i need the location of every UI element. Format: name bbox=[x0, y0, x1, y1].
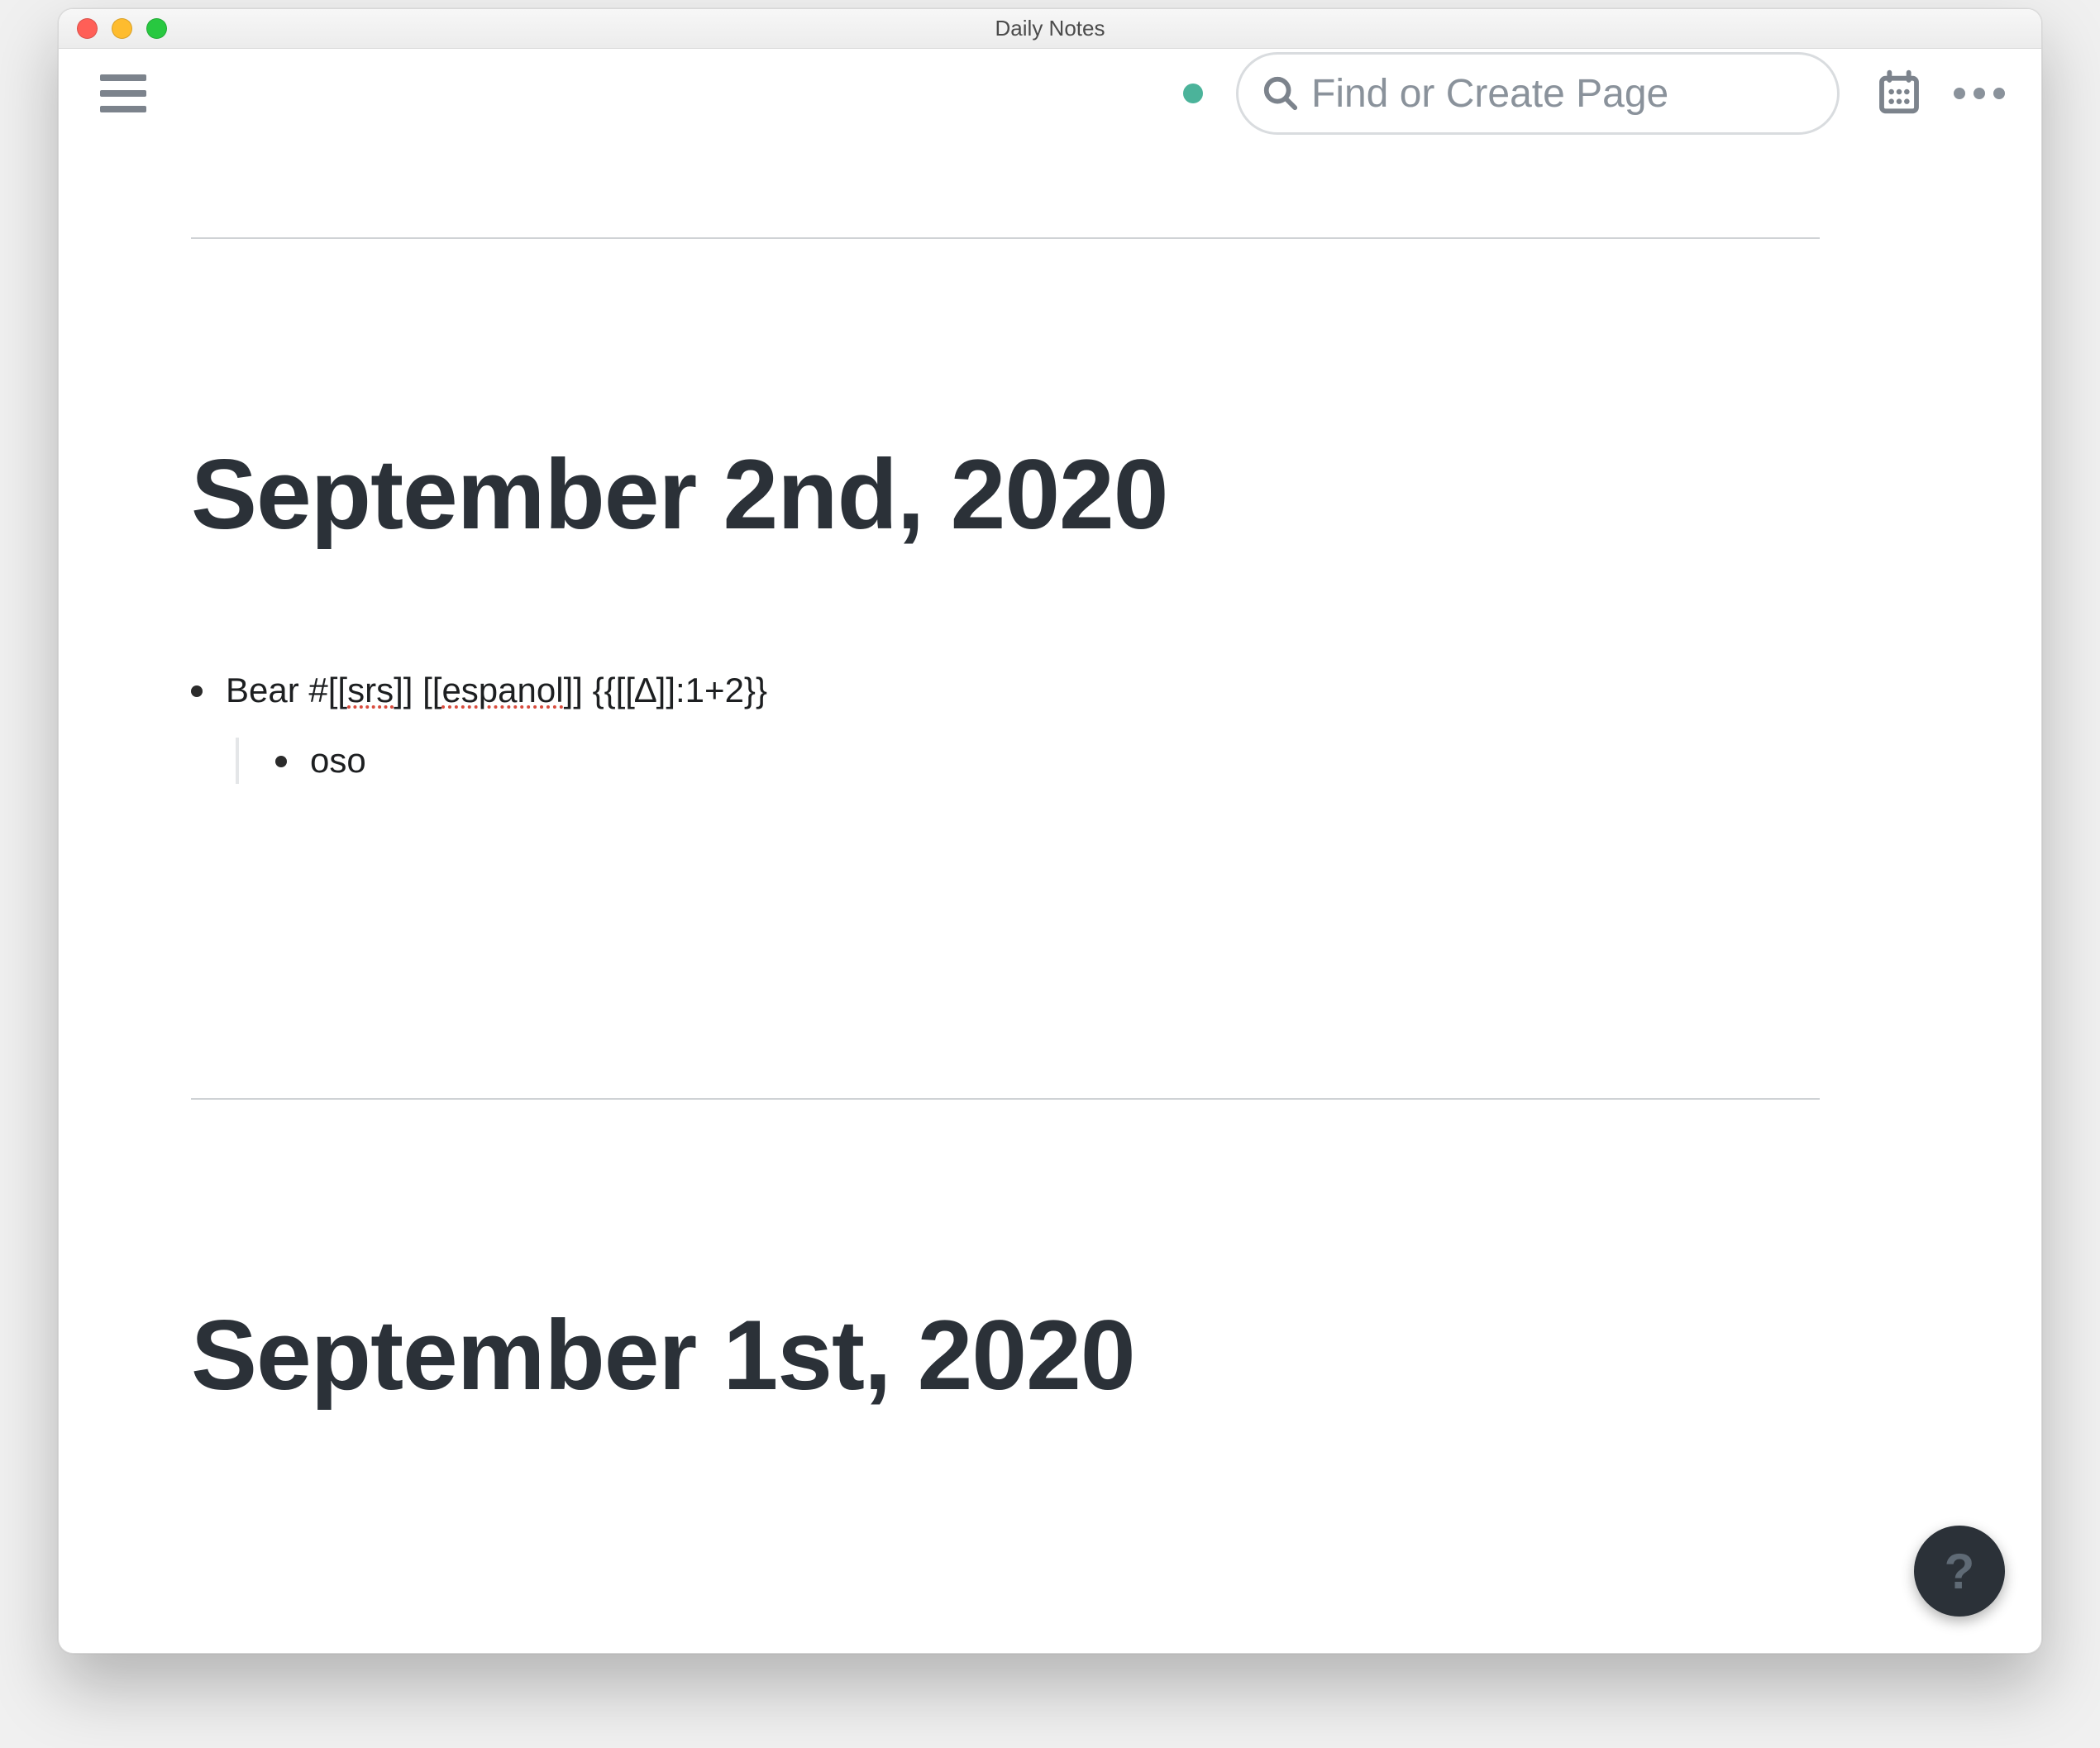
titlebar: Daily Notes bbox=[59, 9, 2041, 49]
text-segment: espanol bbox=[441, 671, 563, 709]
maximize-window-button[interactable] bbox=[146, 18, 167, 39]
window-title: Daily Notes bbox=[59, 16, 2041, 41]
bullet-icon[interactable] bbox=[191, 685, 203, 697]
note-title[interactable]: September 1st, 2020 bbox=[191, 1298, 1820, 1412]
block[interactable]: Bear #[[srs]] [[espanol]] {{[[∆]]:1+2}} bbox=[191, 667, 1820, 714]
bullet-icon[interactable] bbox=[275, 756, 287, 767]
toolbar bbox=[59, 49, 2041, 138]
text-segment: srs bbox=[347, 671, 394, 709]
search-input[interactable] bbox=[1311, 71, 1825, 117]
content-area: September 2nd, 2020 Bear #[[srs]] [[espa… bbox=[59, 138, 2041, 1653]
help-button[interactable]: ? bbox=[1914, 1526, 2005, 1617]
minimize-window-button[interactable] bbox=[112, 18, 132, 39]
menu-icon[interactable] bbox=[100, 74, 146, 112]
note-blocks: Bear #[[srs]] [[espanol]] {{[[∆]]:1+2}} … bbox=[191, 667, 1820, 784]
text-segment: Bear #[[ bbox=[226, 671, 347, 709]
block-children: oso bbox=[236, 738, 1820, 785]
text-segment: oso bbox=[310, 741, 366, 780]
window-controls bbox=[77, 18, 167, 39]
block-text[interactable]: Bear #[[srs]] [[espanol]] {{[[∆]]:1+2}} bbox=[226, 667, 767, 714]
calendar-icon[interactable] bbox=[1876, 69, 1922, 119]
text-segment: ]] {{[[∆]]:1+2}} bbox=[564, 671, 767, 709]
note-separator bbox=[191, 237, 1820, 239]
help-icon: ? bbox=[1945, 1543, 1975, 1600]
search-icon bbox=[1262, 74, 1300, 112]
app-window: Daily Notes bbox=[58, 8, 2042, 1654]
block-text[interactable]: oso bbox=[310, 738, 366, 785]
search-box[interactable] bbox=[1236, 52, 1840, 135]
close-window-button[interactable] bbox=[77, 18, 98, 39]
text-segment: ]] [[ bbox=[394, 671, 441, 709]
more-icon[interactable] bbox=[1954, 88, 2005, 99]
sync-status-indicator[interactable] bbox=[1183, 84, 1203, 103]
note-title[interactable]: September 2nd, 2020 bbox=[191, 437, 1820, 552]
note-separator bbox=[191, 1098, 1820, 1100]
block[interactable]: oso bbox=[275, 738, 1820, 785]
